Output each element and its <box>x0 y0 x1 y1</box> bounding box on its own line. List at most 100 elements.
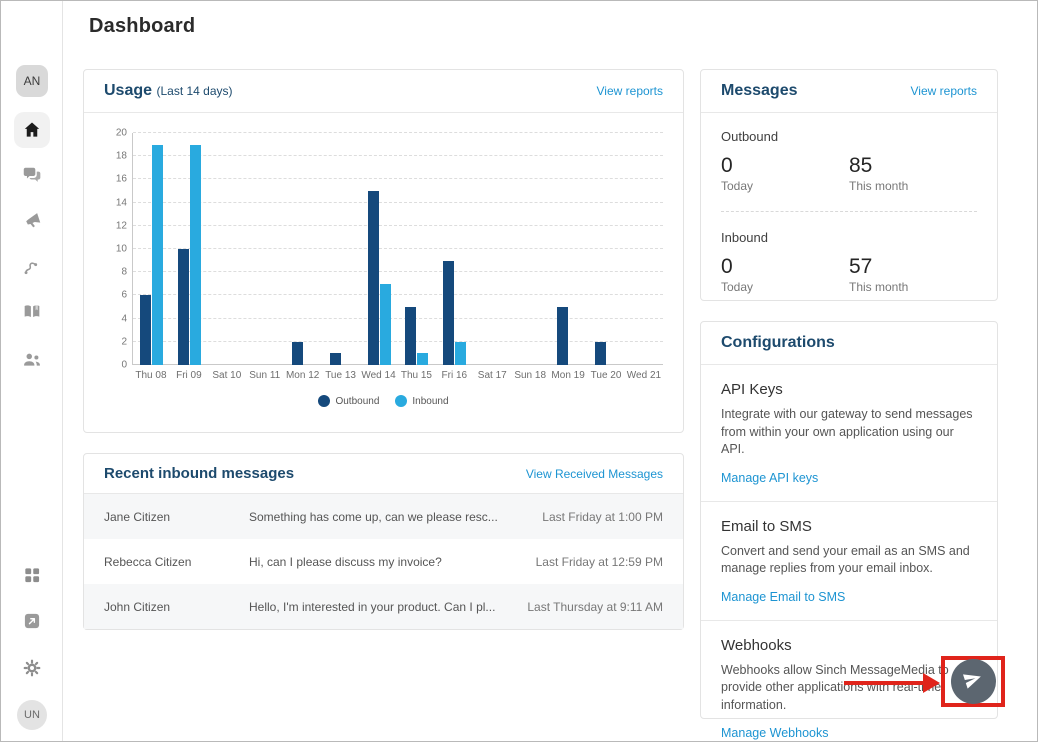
sidebar-user-avatar[interactable]: UN <box>1 700 63 730</box>
messages-section-outbound: Outbound 0Today85This month <box>721 129 977 193</box>
sidebar-item-contacts[interactable] <box>1 348 63 375</box>
messages-section-inbound: Inbound 0 Today57This month <box>721 230 977 294</box>
table-row[interactable]: Jane CitizenSomething has come up, can w… <box>84 494 683 539</box>
sidebar-item-settings[interactable] <box>1 658 63 683</box>
bar-group <box>322 133 360 365</box>
bar-group <box>625 133 663 365</box>
chart-bar-groups <box>133 133 663 365</box>
table-row[interactable]: Rebecca CitizenHi, can I please discuss … <box>84 539 683 584</box>
table-row[interactable]: John CitizenHello, I'm interested in you… <box>84 584 683 629</box>
x-axis-label: Tue 13 <box>322 370 360 381</box>
settings-gear-icon <box>22 658 42 683</box>
config-section-description: Convert and send your email as an SMS an… <box>721 543 977 578</box>
bar-group <box>284 133 322 365</box>
bar-group <box>171 133 209 365</box>
y-axis-tick: 16 <box>116 174 127 185</box>
outbound-bar <box>595 342 606 365</box>
x-axis-label: Thu 08 <box>132 370 170 381</box>
recent-card-title: Recent inbound messages <box>104 465 294 482</box>
messages-card: Messages View reports Outbound 0Today85Th… <box>700 69 998 301</box>
bar-group <box>587 133 625 365</box>
x-axis-label: Thu 15 <box>397 370 435 381</box>
avatar: AN <box>16 65 48 97</box>
config-section-title: Email to SMS <box>721 518 977 535</box>
sidebar-item-campaigns[interactable] <box>1 210 63 237</box>
apps-grid-icon <box>22 565 42 590</box>
stat-value: 0 <box>721 255 849 278</box>
legend-dot <box>395 395 407 407</box>
y-axis-tick: 14 <box>116 197 127 208</box>
inbound-bar <box>190 145 201 365</box>
usage-bar-chart: 02468101214161820 Thu 08Fri 09Sat 10Sun … <box>84 113 683 407</box>
annotation-highlight-box <box>941 656 1005 707</box>
x-axis-label: Sun 11 <box>246 370 284 381</box>
message-timestamp: Last Friday at 1:00 PM <box>542 510 663 524</box>
y-axis-tick: 0 <box>121 360 127 371</box>
bar-group <box>209 133 247 365</box>
section-label: Outbound <box>721 129 977 144</box>
outbound-bar <box>330 353 341 365</box>
config-section-title: API Keys <box>721 381 977 398</box>
x-axis-label: Sat 17 <box>473 370 511 381</box>
outbound-bar <box>405 307 416 365</box>
y-axis-tick: 10 <box>116 244 127 255</box>
sidebar-item-knowledge[interactable] <box>1 301 63 328</box>
inbound-bar <box>152 145 163 365</box>
bar-group <box>247 133 285 365</box>
outbound-bar <box>368 191 379 365</box>
messages-view-reports-link[interactable]: View reports <box>911 84 977 98</box>
section-label: Inbound <box>721 230 977 245</box>
sidebar-item-home[interactable] <box>1 112 63 148</box>
sender-name: John Citizen <box>104 600 249 614</box>
paper-plane-icon <box>962 668 984 695</box>
x-axis-label: Wed 21 <box>625 370 663 381</box>
sidebar-item-flows[interactable] <box>1 256 63 283</box>
chart-legend: OutboundInbound <box>104 395 663 407</box>
sidebar-account-avatar[interactable]: AN <box>1 65 63 97</box>
sidebar-item-reports[interactable] <box>1 611 63 636</box>
outbound-bar <box>443 261 454 365</box>
view-received-messages-link[interactable]: View Received Messages <box>526 467 663 481</box>
config-section-title: Webhooks <box>721 637 977 654</box>
avatar: UN <box>17 700 47 730</box>
manage-link[interactable]: Manage Email to SMS <box>721 590 845 604</box>
recent-messages-table: Jane CitizenSomething has come up, can w… <box>84 494 683 629</box>
view-reports-link[interactable]: View reports <box>597 84 663 98</box>
manage-link[interactable]: Manage API keys <box>721 471 818 485</box>
sidebar: AN <box>1 1 63 741</box>
legend-label: Inbound <box>412 396 448 407</box>
stat-label: Today <box>721 280 849 294</box>
stat-columns: 0Today85This month <box>721 154 977 193</box>
sidebar-item-conversations[interactable] <box>1 164 63 191</box>
bar-group <box>436 133 474 365</box>
x-axis-label: Mon 12 <box>284 370 322 381</box>
bar-group <box>360 133 398 365</box>
manage-link[interactable]: Manage Webhooks <box>721 726 828 740</box>
month-stat: 57This month <box>849 255 977 294</box>
annotation-arrow <box>844 681 926 685</box>
x-axis-label: Fri 16 <box>435 370 473 381</box>
config-section-email-to-sms: Email to SMS Convert and send your email … <box>701 501 997 620</box>
y-axis-tick: 8 <box>121 267 127 278</box>
message-preview: Hi, can I please discuss my invoice? <box>249 555 536 569</box>
inbound-bar <box>380 284 391 365</box>
stat-label: Today <box>721 179 849 193</box>
message-timestamp: Last Thursday at 9:11 AM <box>527 600 663 614</box>
campaigns-megaphone-icon <box>21 210 43 237</box>
today-stat: 0Today <box>721 154 849 193</box>
x-axis-label: Sat 10 <box>208 370 246 381</box>
stat-label: This month <box>849 179 977 193</box>
conversations-icon <box>21 164 43 191</box>
sidebar-item-apps[interactable] <box>1 565 63 590</box>
inbound-bar <box>417 353 428 365</box>
bar-group <box>474 133 512 365</box>
outbound-bar <box>140 295 151 365</box>
legend-item-inbound: Inbound <box>395 395 448 407</box>
page-title: Dashboard <box>89 15 195 38</box>
message-timestamp: Last Friday at 12:59 PM <box>536 555 663 569</box>
sender-name: Rebecca Citizen <box>104 555 249 569</box>
main-content: Dashboard Usage (Last 14 days) View repo… <box>63 1 1037 741</box>
messages-card-title: Messages <box>721 82 798 100</box>
chat-launcher-button[interactable] <box>951 659 996 704</box>
outbound-bar <box>557 307 568 365</box>
